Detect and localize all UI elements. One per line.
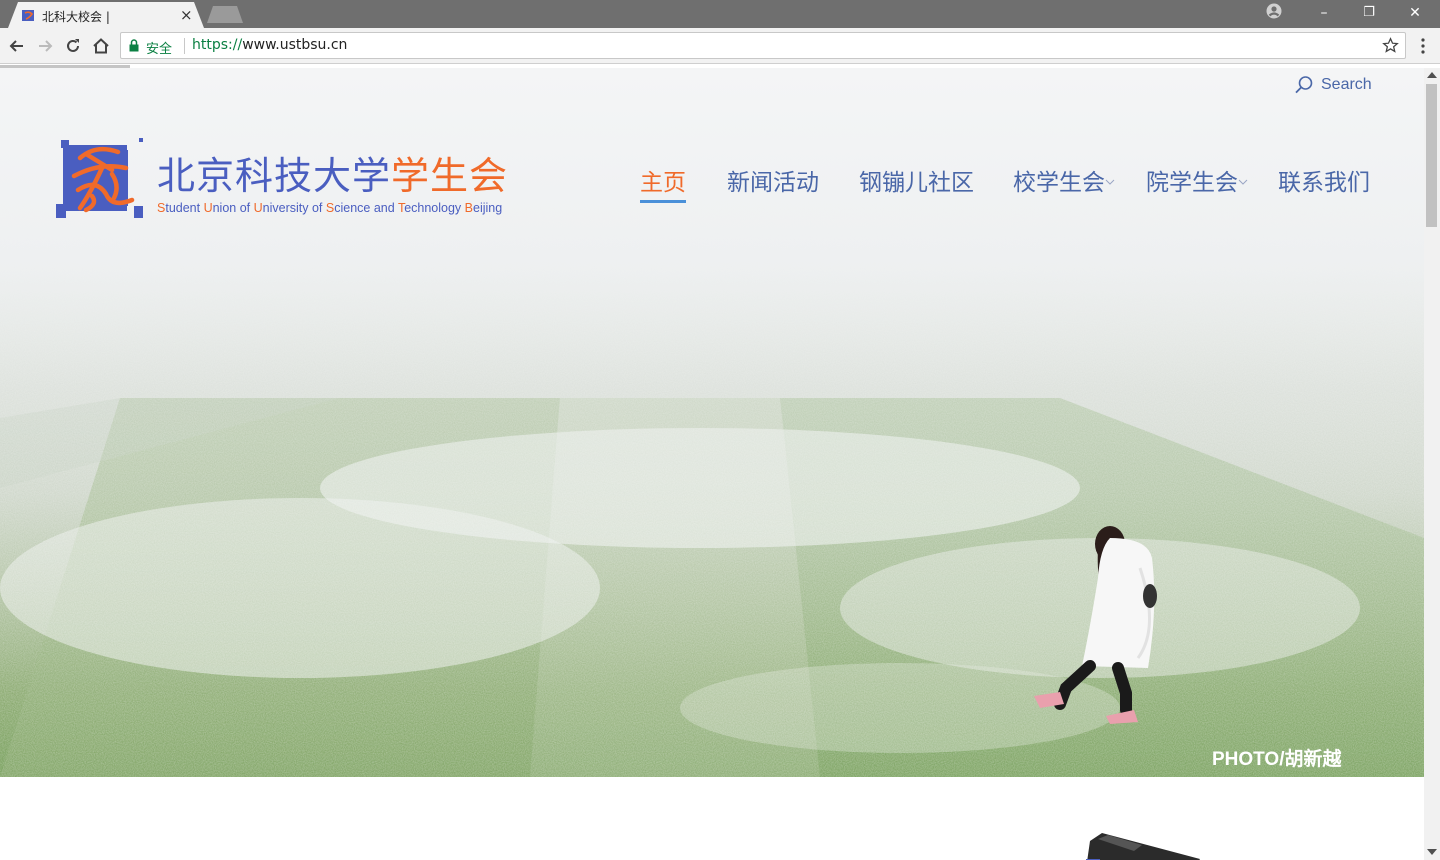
- forward-arrow-icon[interactable]: [35, 36, 55, 56]
- site-favicon-icon: [22, 10, 34, 21]
- web-page: Search 北京科技大学学生会 Student Union of Univer…: [0, 68, 1424, 860]
- logo-subtitle-part: cience and: [334, 201, 398, 215]
- nav-item-label: 院学生会: [1146, 170, 1238, 196]
- browser-titlebar: 北科大校会 | × – ❐ ✕: [0, 0, 1440, 28]
- url-scheme: https://: [192, 37, 243, 53]
- logo-subtitle-part: echnology: [404, 201, 465, 215]
- logo-subtitle-part: U: [203, 201, 213, 215]
- back-arrow-icon[interactable]: [7, 36, 27, 56]
- logo-subtitle-part: B: [464, 201, 473, 215]
- nav-item-news[interactable]: 新闻活动: [727, 168, 819, 198]
- logo-subtitle-part: niversity of: [262, 201, 326, 215]
- nav-item-university-union[interactable]: 校学生会: [1013, 168, 1105, 198]
- address-separator: [184, 38, 185, 54]
- logo-title-blue: 北京科技大学: [157, 154, 392, 198]
- close-window-button[interactable]: ✕: [1405, 3, 1425, 23]
- reload-icon[interactable]: [63, 36, 83, 56]
- nav-item-college-union[interactable]: 院学生会: [1146, 168, 1238, 198]
- tab-close-icon[interactable]: ×: [180, 5, 193, 25]
- logo-title-orange: 学生会: [391, 154, 509, 198]
- address-bar[interactable]: 安全 https://www.ustbsu.cn: [120, 32, 1406, 59]
- profile-icon[interactable]: [1266, 3, 1282, 19]
- nav-item-label: 联系我们: [1278, 170, 1370, 196]
- logo-subtitle-part: tudent: [165, 201, 204, 215]
- logo-subtitle-part: eijing: [473, 201, 503, 215]
- page-scrollbar[interactable]: [1424, 68, 1440, 860]
- search-icon[interactable]: [1294, 75, 1314, 95]
- student-union-logo-icon: [56, 138, 143, 218]
- tab-title: 北科大校会 |: [42, 10, 110, 24]
- logo-subtitle-part: nion of: [212, 201, 254, 215]
- nav-item-label: 校学生会: [1013, 170, 1105, 196]
- browser-toolbar: 安全 https://www.ustbsu.cn: [0, 28, 1440, 64]
- restore-window-button[interactable]: ❐: [1359, 3, 1379, 23]
- url-text[interactable]: https://www.ustbsu.cn: [192, 37, 347, 53]
- home-icon[interactable]: [91, 36, 111, 56]
- bookmark-star-icon[interactable]: [1382, 37, 1399, 54]
- phone-image-preview: [1086, 833, 1200, 860]
- nav-item-home[interactable]: 主页: [640, 168, 686, 203]
- nav-item-label: 钢镚儿社区: [859, 170, 974, 196]
- secure-label: 安全: [146, 42, 173, 57]
- chevron-down-icon[interactable]: [1238, 177, 1248, 187]
- new-tab-button[interactable]: [207, 6, 243, 23]
- logo-subtitle-part: U: [253, 201, 263, 215]
- site-logo[interactable]: 北京科技大学学生会 Student Union of University of…: [56, 138, 546, 220]
- logo-subtitle: Student Union of University of Science a…: [157, 201, 502, 215]
- scroll-down-arrow-icon[interactable]: [1427, 849, 1437, 855]
- photo-credit: PHOTO/胡新越: [1212, 749, 1342, 770]
- search-label[interactable]: Search: [1321, 76, 1372, 94]
- nav-active-underline: [640, 200, 686, 203]
- scrollbar-thumb[interactable]: [1426, 84, 1437, 227]
- nav-item-contact[interactable]: 联系我们: [1278, 168, 1370, 198]
- url-host: www.ustbsu.cn: [242, 37, 348, 53]
- scroll-up-arrow-icon[interactable]: [1427, 72, 1437, 78]
- nav-item-label: 新闻活动: [727, 170, 819, 196]
- browser-tab-active[interactable]: 北科大校会 | ×: [8, 2, 204, 28]
- content-below-hero: [0, 777, 1424, 860]
- hero-banner: Search 北京科技大学学生会 Student Union of Univer…: [0, 68, 1424, 777]
- lock-icon: [129, 39, 139, 52]
- logo-title: 北京科技大学学生会: [157, 154, 508, 198]
- chevron-down-icon[interactable]: [1105, 177, 1115, 187]
- nav-item-community[interactable]: 钢镚儿社区: [859, 168, 974, 198]
- minimize-window-button[interactable]: –: [1314, 3, 1334, 23]
- logo-subtitle-part: S: [325, 201, 335, 215]
- nav-item-label: 主页: [640, 170, 686, 196]
- browser-menu-icon[interactable]: [1418, 37, 1428, 55]
